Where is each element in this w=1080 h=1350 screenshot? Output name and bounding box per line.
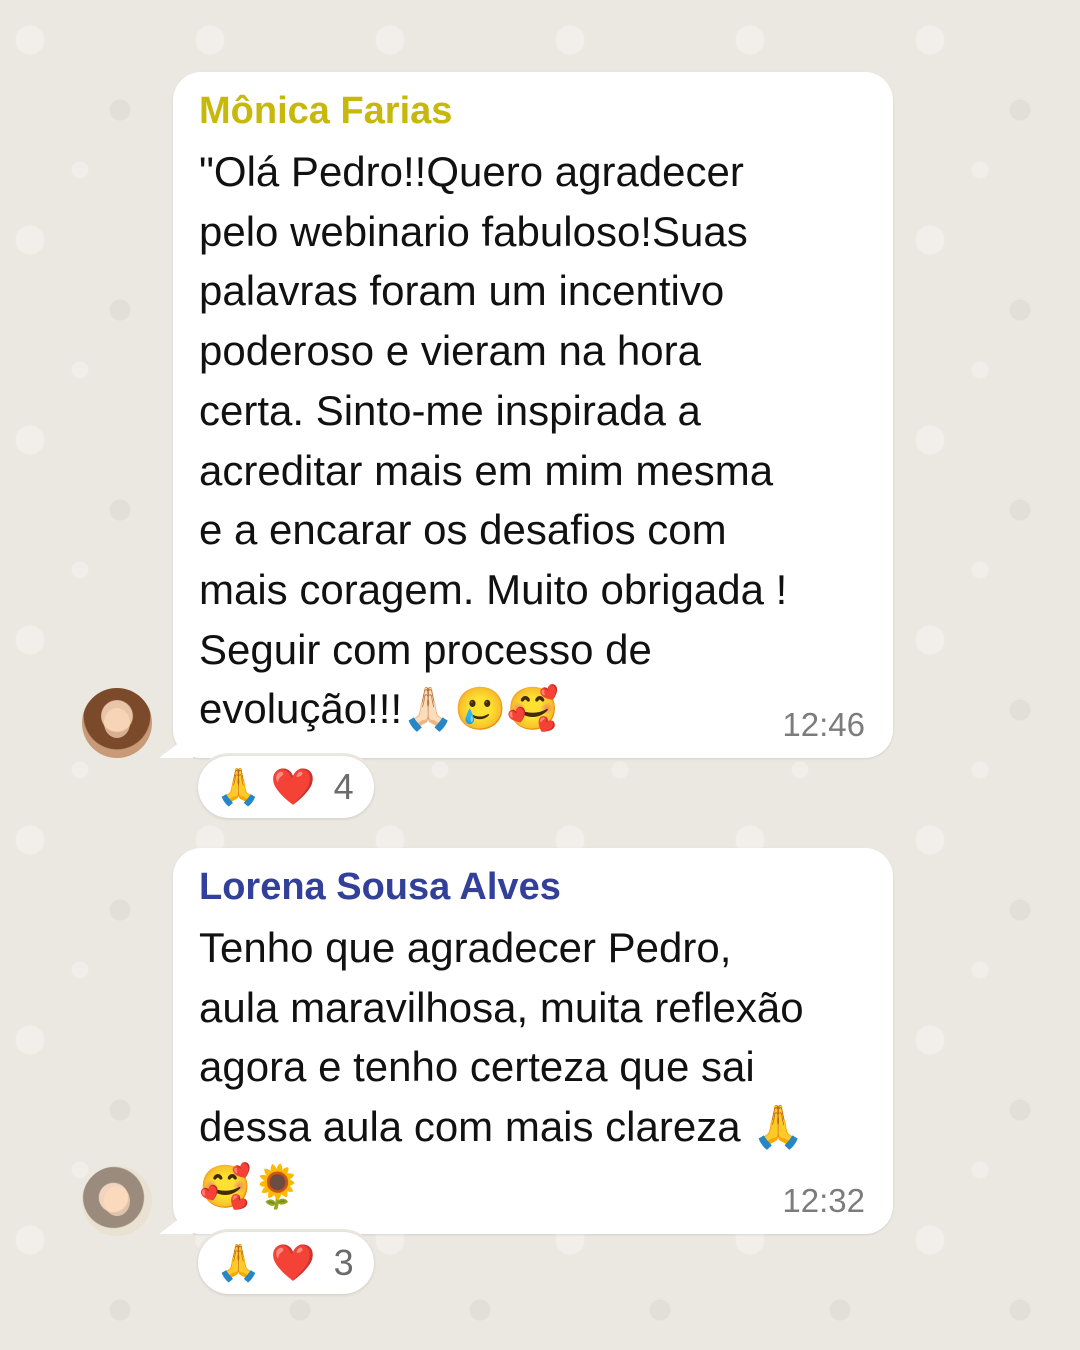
avatar-face xyxy=(104,708,130,738)
message-timestamp: 12:46 xyxy=(782,706,865,743)
message-bubble[interactable]: Mônica Farias "Olá Pedro!!Quero agradece… xyxy=(159,72,893,758)
avatar[interactable] xyxy=(82,688,152,758)
message-text: Tenho que agradecer Pedro, aula maravilh… xyxy=(199,924,805,1210)
sender-name[interactable]: Lorena Sousa Alves xyxy=(199,864,865,910)
reaction-count: 4 xyxy=(333,766,354,807)
avatar[interactable] xyxy=(82,1166,152,1236)
avatar-face xyxy=(104,1186,130,1216)
reactions-pill[interactable]: 🙏 ❤️ 4 xyxy=(198,756,374,818)
sender-name[interactable]: Mônica Farias xyxy=(199,88,865,134)
praying-hands-icon: 🙏 xyxy=(216,766,261,807)
message-timestamp: 12:32 xyxy=(782,1182,865,1219)
heart-icon: ❤️ xyxy=(270,766,316,807)
heart-icon: ❤️ xyxy=(270,1242,316,1283)
message-bubble[interactable]: Lorena Sousa Alves Tenho que agradecer P… xyxy=(159,848,893,1234)
reactions-pill[interactable]: 🙏 ❤️ 3 xyxy=(198,1232,374,1294)
message-text: "Olá Pedro!!Quero agradecer pelo webinar… xyxy=(199,148,788,733)
reaction-count: 3 xyxy=(333,1242,354,1283)
praying-hands-icon: 🙏 xyxy=(216,1242,261,1283)
